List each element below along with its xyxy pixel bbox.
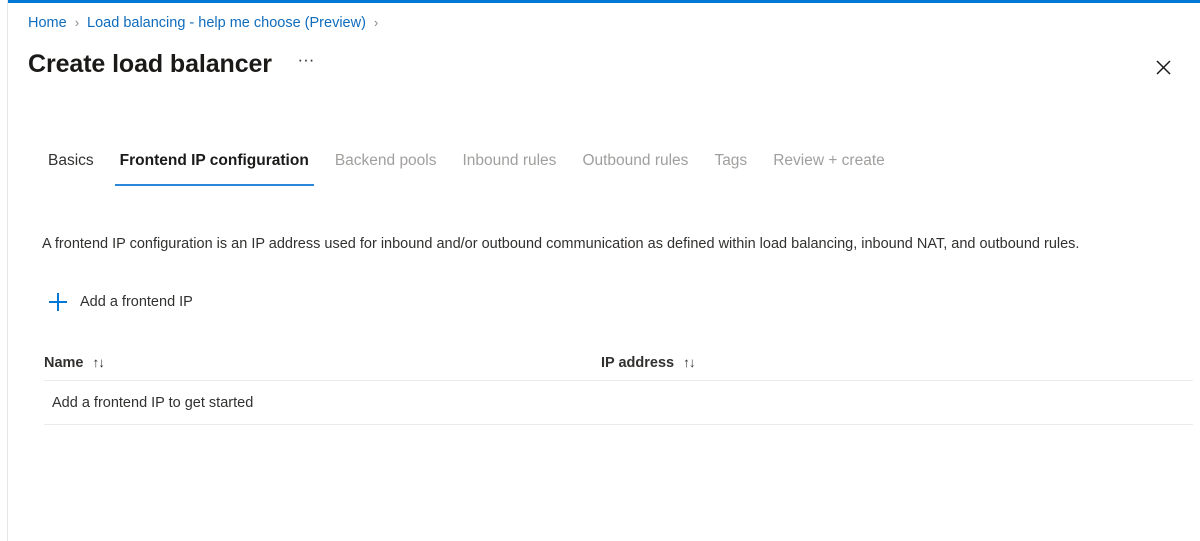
table-empty-message: Add a frontend IP to get started (52, 394, 254, 411)
sort-arrows-icon[interactable]: ↑↓ (93, 353, 105, 373)
plus-icon (49, 293, 67, 311)
frontend-ip-table: Name ↑↓ IP address ↑↓ Add a frontend IP … (44, 346, 1193, 425)
breadcrumb-item-home[interactable]: Home (28, 13, 67, 33)
close-icon[interactable] (1148, 52, 1178, 82)
ellipsis-icon[interactable]: ··· (292, 50, 320, 78)
page-title: Create load balancer (28, 50, 272, 78)
breadcrumb-separator-icon: › (373, 15, 379, 30)
table-empty-row: Add a frontend IP to get started (44, 381, 1193, 425)
tab-outbound-rules: Outbound rules (582, 152, 689, 169)
add-frontend-ip-label: Add a frontend IP (80, 294, 193, 310)
tab-inbound-rules: Inbound rules (462, 152, 557, 169)
tab-review-create: Review + create (773, 152, 885, 169)
column-header-ip-address[interactable]: IP address ↑↓ (601, 353, 1193, 373)
tab-frontend-ip-configuration[interactable]: Frontend IP configuration (107, 148, 322, 186)
wizard-tabs: Basics Frontend IP configuration Backend… (35, 148, 898, 186)
add-frontend-ip-button[interactable]: Add a frontend IP (49, 288, 193, 316)
sort-arrows-icon[interactable]: ↑↓ (683, 353, 695, 373)
tab-tags: Tags (714, 152, 748, 169)
tab-basics[interactable]: Basics (35, 148, 107, 186)
section-description: A frontend IP configuration is an IP add… (42, 235, 1080, 252)
title-row: Create load balancer ··· (28, 44, 320, 84)
breadcrumb: Home › Load balancing - help me choose (… (28, 13, 386, 33)
column-header-name[interactable]: Name ↑↓ (44, 353, 601, 373)
tab-backend-pools: Backend pools (334, 152, 437, 169)
breadcrumb-separator-icon: › (74, 15, 80, 30)
blade-accent-bar (8, 0, 1200, 3)
breadcrumb-item-load-balancing[interactable]: Load balancing - help me choose (Preview… (87, 13, 366, 33)
column-header-name-label: Name (44, 355, 84, 371)
table-header-row: Name ↑↓ IP address ↑↓ (44, 346, 1193, 381)
create-load-balancer-blade: Home › Load balancing - help me choose (… (7, 0, 1200, 541)
column-header-ip-address-label: IP address (601, 355, 675, 371)
